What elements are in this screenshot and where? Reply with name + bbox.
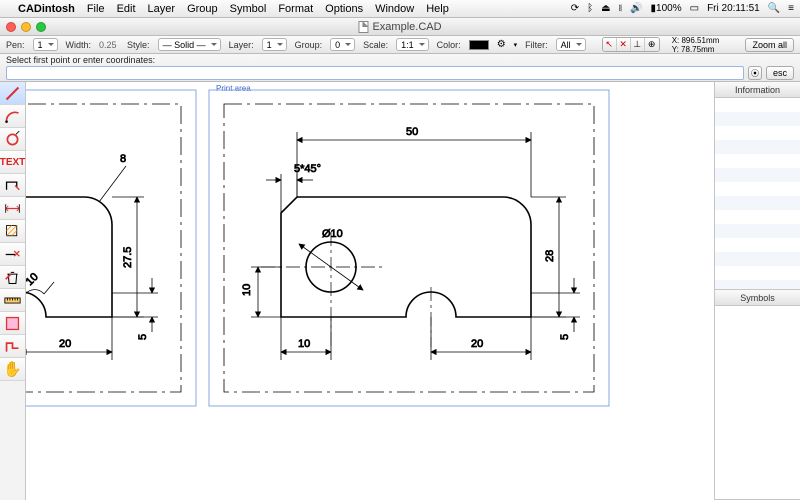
coord-x-label: X: xyxy=(672,36,680,45)
snap-center-icon[interactable]: ⊕ xyxy=(645,38,659,51)
battery-status: ▮ 100% xyxy=(651,3,682,14)
pen-label: Pen: xyxy=(6,40,25,50)
dim-28: 28 xyxy=(544,250,556,262)
flag-icon: ▭ xyxy=(690,3,699,14)
snap-buttons: ↖ ✕ ⊥ ⊕ xyxy=(602,37,660,52)
drawing-canvas[interactable]: Print area xyxy=(26,82,714,500)
menu-layer[interactable]: Layer xyxy=(148,3,176,15)
dim-10v: 10 xyxy=(241,284,253,296)
window-titlebar: Example.CAD xyxy=(0,18,800,36)
menu-help[interactable]: Help xyxy=(426,3,449,15)
zoom-window[interactable] xyxy=(36,22,46,32)
properties-toolbar: Pen: 1 Width: 0.25 Style: — Solid — Laye… xyxy=(0,36,800,54)
menu-format[interactable]: Format xyxy=(278,3,313,15)
layer-select[interactable]: 1 xyxy=(262,38,287,51)
erase-tool[interactable] xyxy=(0,243,25,266)
dim-50: 50 xyxy=(406,126,418,138)
poly-tool[interactable] xyxy=(0,335,25,358)
group-select[interactable]: 0 xyxy=(330,38,355,51)
command-hint-row: Select first point or enter coordinates:… xyxy=(0,54,800,82)
window-title: Example.CAD xyxy=(372,21,441,33)
bluetooth-icon: ᛒ xyxy=(587,3,593,14)
arc-tool[interactable] xyxy=(0,105,25,128)
document-icon xyxy=(358,21,368,33)
filter-select[interactable]: All xyxy=(556,38,586,51)
dim-5x45: 5*45° xyxy=(294,163,321,175)
dim-l10: 10 xyxy=(26,271,41,288)
information-panel-header[interactable]: Information xyxy=(715,82,800,98)
wifi-icon: ⧛ xyxy=(619,3,623,14)
stepper-icon[interactable]: ⦿ xyxy=(748,66,762,80)
pan-tool[interactable]: ✋ xyxy=(0,358,25,381)
color-label: Color: xyxy=(437,40,461,50)
coord-y-label: Y: xyxy=(672,45,679,54)
snap-endpoint-icon[interactable]: ↖ xyxy=(603,38,617,51)
dimension-tool[interactable] xyxy=(0,197,25,220)
menu-symbol[interactable]: Symbol xyxy=(230,3,267,15)
menu-group[interactable]: Group xyxy=(187,3,218,15)
width-label: Width: xyxy=(66,40,92,50)
zoom-all-button[interactable]: Zoom all xyxy=(745,38,794,52)
filter-label: Filter: xyxy=(525,40,548,50)
snap-x-icon[interactable]: ✕ xyxy=(617,38,631,51)
symbols-panel-header[interactable]: Symbols xyxy=(715,290,800,306)
coord-x: 896.51mm xyxy=(681,36,719,45)
volume-icon: 🔊 xyxy=(630,3,642,14)
text-tool[interactable]: TEXT xyxy=(0,151,25,174)
dim-8: 8 xyxy=(120,153,126,165)
circle-tool[interactable] xyxy=(0,128,25,151)
tool-palette: TEXT ✋ xyxy=(0,82,26,500)
measure-tool[interactable] xyxy=(0,289,25,312)
dim-27-5: 27.5 xyxy=(122,247,134,268)
sync-icon: ⟳ xyxy=(571,3,579,14)
menu-window[interactable]: Window xyxy=(375,3,414,15)
style-label: Style: xyxy=(127,40,150,50)
dim-dia10: Ø10 xyxy=(322,228,343,240)
scale-select[interactable]: 1:1 xyxy=(396,38,429,51)
mac-menubar: CADintosh File Edit Layer Group Symbol F… xyxy=(0,0,800,18)
dim-20r: 20 xyxy=(471,338,483,350)
coord-y: 78.75mm xyxy=(681,45,714,54)
command-hint: Select first point or enter coordinates: xyxy=(6,55,794,65)
hatch-tool[interactable] xyxy=(0,220,25,243)
dim-l20: 20 xyxy=(59,338,71,350)
spotlight-icon[interactable]: 🔍 xyxy=(768,3,780,14)
esc-button[interactable]: esc xyxy=(766,66,794,80)
dim-l5: 5 xyxy=(137,334,149,340)
snap-tool[interactable] xyxy=(0,312,25,335)
information-panel xyxy=(715,98,800,290)
width-value: 0.25 xyxy=(99,40,119,50)
menu-options[interactable]: Options xyxy=(325,3,363,15)
symbols-panel xyxy=(715,306,800,500)
color-swatch[interactable] xyxy=(469,40,489,50)
app-menu[interactable]: CADintosh xyxy=(18,3,75,15)
layer-label: Layer: xyxy=(229,40,254,50)
menu-edit[interactable]: Edit xyxy=(117,3,136,15)
group-label: Group: xyxy=(295,40,323,50)
dim-5r: 5 xyxy=(559,334,571,340)
rect-tool[interactable] xyxy=(0,174,25,197)
trash-tool[interactable] xyxy=(0,266,25,289)
scale-label: Scale: xyxy=(363,40,388,50)
style-select[interactable]: — Solid — xyxy=(158,38,221,51)
coordinate-input[interactable] xyxy=(6,66,744,80)
menu-file[interactable]: File xyxy=(87,3,105,15)
eject-icon: ⏏ xyxy=(601,3,610,14)
clock: Fri 20:11:51 xyxy=(707,3,760,14)
minimize-window[interactable] xyxy=(21,22,31,32)
snap-perp-icon[interactable]: ⊥ xyxy=(631,38,645,51)
line-tool[interactable] xyxy=(0,82,25,105)
pen-select[interactable]: 1 xyxy=(33,38,58,51)
gear-icon[interactable]: ⚙ xyxy=(497,39,506,50)
close-window[interactable] xyxy=(6,22,16,32)
dim-10h: 10 xyxy=(298,338,310,350)
notifications-icon[interactable]: ≡ xyxy=(788,3,794,14)
